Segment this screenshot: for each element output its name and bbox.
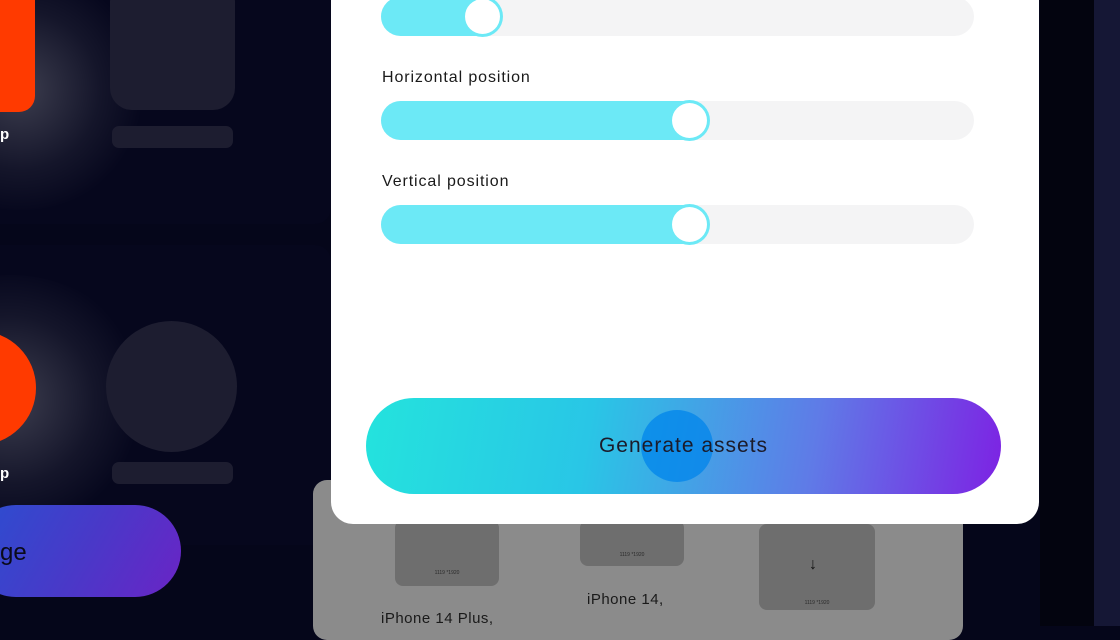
placeholder-label-bar — [112, 462, 233, 484]
arrow-down-icon: ↓ — [809, 556, 817, 573]
device-thumb-size: 1119 *1920 — [804, 600, 830, 606]
placeholder-icon-square — [110, 0, 235, 110]
placeholder-label-bar — [112, 126, 233, 148]
app-icon-square — [0, 0, 35, 112]
placeholder-icon-circle — [106, 321, 237, 452]
slider-thumb[interactable] — [672, 207, 707, 242]
horizontal-position-slider[interactable] — [381, 101, 974, 140]
right-shadow — [1040, 0, 1094, 626]
generate-assets-label: Generate assets — [598, 434, 769, 457]
background-action-button-label: ge — [0, 539, 27, 566]
vertical-position-slider[interactable] — [381, 205, 974, 244]
slider-thumb[interactable] — [465, 0, 500, 34]
app-name-label: p — [0, 465, 10, 482]
slider-fill — [381, 205, 707, 244]
background-action-button[interactable]: ge — [0, 505, 181, 597]
slider-thumb[interactable] — [672, 103, 707, 138]
horizontal-position-label: Horizontal position — [382, 69, 531, 86]
device-label: iPhone 14, — [587, 591, 664, 608]
app-preview-card-round: p — [0, 245, 331, 545]
vertical-position-label: Vertical position — [382, 173, 510, 190]
device-thumb-size: 1119 *1920 — [434, 570, 460, 576]
device-label: iPhone 14 Plus, — [381, 610, 494, 627]
device-thumb-size: 1119 *1920 — [619, 552, 645, 558]
device-thumb-iphone-14[interactable]: 1119 *1920 — [580, 520, 684, 566]
right-edge-panel — [1094, 0, 1120, 626]
slider-fill — [381, 101, 707, 140]
app-preview-card-square: p — [0, 0, 331, 224]
app-name-label: p — [0, 126, 10, 143]
device-thumb-download[interactable]: ↓ 1119 *1920 — [759, 524, 875, 610]
size-slider[interactable] — [381, 0, 974, 36]
device-thumb-iphone-14-plus[interactable]: 1119 *1920 — [395, 520, 499, 586]
